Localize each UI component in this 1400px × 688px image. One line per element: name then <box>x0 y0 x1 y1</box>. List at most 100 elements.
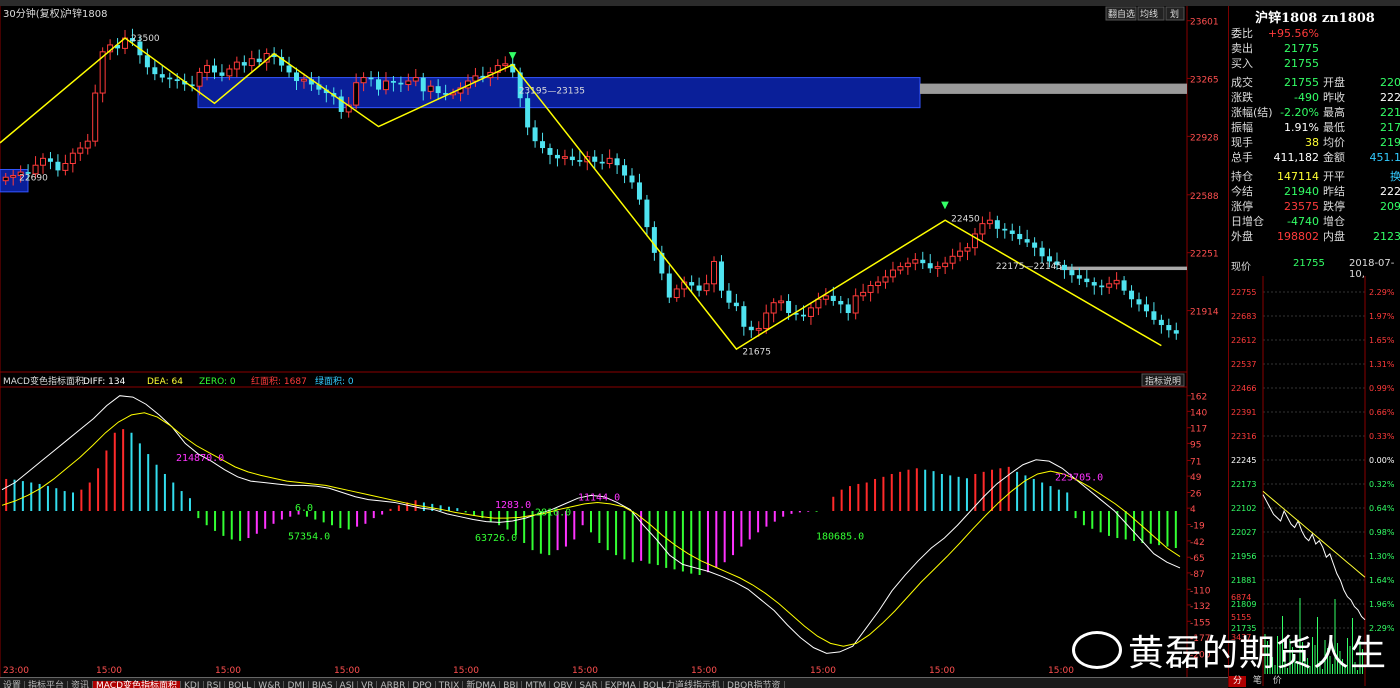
candle-body-down <box>1002 229 1007 231</box>
quote-lab: 总手 <box>1231 150 1253 165</box>
candle-body-down <box>1151 311 1156 320</box>
candle-body-up <box>771 303 776 313</box>
time-label: 15:00 <box>929 666 955 676</box>
macd-tick-label: 95 <box>1190 440 1201 450</box>
candle-body-up <box>764 313 769 328</box>
candle-body-up <box>853 296 858 313</box>
watermark: 黄磊的期货人生 <box>1072 628 1387 672</box>
quote-lab: 日增仓 <box>1231 214 1264 229</box>
macd-tick-label: -65 <box>1190 554 1205 564</box>
time-label: 15:00 <box>215 666 241 676</box>
quote-row: 现手38均价219 <box>1229 135 1400 150</box>
price-tick-label: 23265 <box>1190 75 1219 85</box>
candle-body-down <box>1136 299 1141 304</box>
quote-val2: 451.1 <box>1370 150 1400 165</box>
candle-body-down <box>697 286 702 291</box>
panel-tab-jia[interactable]: 价 <box>1269 676 1286 687</box>
candle-body-down <box>801 315 806 317</box>
candle-body-down <box>376 79 381 89</box>
candle-body-down <box>749 327 754 330</box>
quote-val: 147114 <box>1277 169 1319 184</box>
macd-area-label: 57354.0 <box>288 531 330 542</box>
quote-val2: 2123 <box>1373 229 1400 244</box>
candle-body-down <box>145 55 150 67</box>
mini-pct-label: 1.30% <box>1369 552 1395 561</box>
candle-body-down <box>667 273 672 297</box>
mini-pct-label: 0.00% <box>1369 456 1395 465</box>
candle-body-up <box>883 277 888 282</box>
time-label: 15:00 <box>453 666 479 676</box>
quote-lab2: 最高 <box>1323 105 1345 120</box>
candle-body-down <box>1047 256 1052 261</box>
candle-body-up <box>868 286 873 293</box>
candle-body-up <box>965 248 970 251</box>
candle-body-down <box>555 155 560 158</box>
panel-tab-bi[interactable]: 笔 <box>1249 676 1266 687</box>
ma-button-label: 均线 <box>1140 8 1158 20</box>
candle-body-down <box>540 141 545 148</box>
candle-body-down <box>1166 325 1171 330</box>
candle-body-down <box>533 127 538 141</box>
candle-body-down <box>1122 280 1127 290</box>
quote-val: 411,182 <box>1274 150 1320 165</box>
candle-body-up <box>93 93 98 141</box>
right-buttons: 翻自选 均线 划 <box>1106 7 1184 20</box>
time-label: 23:00 <box>3 666 29 676</box>
quote-val2: 221 <box>1380 105 1400 120</box>
candle-body-up <box>562 157 567 159</box>
quote-val2: 220 <box>1380 75 1400 90</box>
candle-body-up <box>861 292 866 295</box>
candle-body-up <box>898 267 903 270</box>
mini-price-label: 22537 <box>1231 360 1256 369</box>
candle-body-up <box>3 177 8 180</box>
annotation-label: 21675 <box>742 348 771 358</box>
macd-tick-label: -132 <box>1190 602 1210 612</box>
mini-price-label: 22027 <box>1231 528 1256 537</box>
macd-area-label: 1283.0 <box>495 500 531 511</box>
macd-legend-item: ZERO: 0 <box>199 377 236 387</box>
quote-row: 日增仓-4740增仓 <box>1229 214 1400 229</box>
macd-tick-label: -87 <box>1190 570 1205 580</box>
panel-tab-fen[interactable]: 分 <box>1229 676 1246 687</box>
macd-title: MACD变色指标面积 <box>3 375 84 387</box>
mini-price-label: 22612 <box>1231 336 1256 345</box>
candle-body-down <box>846 304 851 313</box>
macd-legend-item: DIFF: 134 <box>83 377 126 387</box>
mini-price-label: 22102 <box>1231 504 1256 513</box>
mini-pct-label: 1.31% <box>1369 360 1395 369</box>
macd-tick-label: 140 <box>1190 408 1207 418</box>
quote-val: 198802 <box>1277 229 1319 244</box>
quote-lab: 卖出 <box>1231 41 1253 56</box>
mini-price-label: 22466 <box>1231 384 1256 393</box>
candle-body-up <box>1107 284 1112 287</box>
candle-body-down <box>838 301 843 304</box>
candle-body-down <box>175 79 180 81</box>
macd-tick-label: -19 <box>1190 522 1205 532</box>
candle-body-down <box>652 227 657 253</box>
mini-price-label: 22173 <box>1231 480 1256 489</box>
quote-lab: 今结 <box>1231 184 1253 199</box>
candle-body-down <box>1032 243 1037 248</box>
quote-lab2: 均价 <box>1323 135 1345 150</box>
candle-body-down <box>1099 286 1104 288</box>
quote-row: 今结21940昨结222 <box>1229 184 1400 199</box>
candle-body-up <box>958 251 963 256</box>
mini-avg-line <box>1263 491 1365 577</box>
candle-body-up <box>361 78 366 83</box>
quote-lab: 涨幅(结) <box>1231 105 1273 120</box>
candle-body-down <box>726 291 731 303</box>
price-tick-label: 23601 <box>1190 18 1219 28</box>
watermark-text: 黄磊的期货人生 <box>1128 624 1387 676</box>
candle-body-down <box>719 261 724 290</box>
macd-area-label: 11144.0 <box>578 492 620 503</box>
candle-body-down <box>1062 265 1067 270</box>
candle-body-down <box>421 78 426 92</box>
macd-tick-label: 26 <box>1190 489 1202 499</box>
candle-body-down <box>1017 234 1022 239</box>
quote-lab: 现手 <box>1231 135 1253 150</box>
candle-body-down <box>622 165 627 175</box>
quote-lab: 振幅 <box>1231 120 1253 135</box>
quote-lab: 持仓 <box>1231 169 1253 184</box>
symbol-label: 沪锌1808 <box>62 7 107 20</box>
macd-area-label: 63726.0 <box>475 533 517 544</box>
